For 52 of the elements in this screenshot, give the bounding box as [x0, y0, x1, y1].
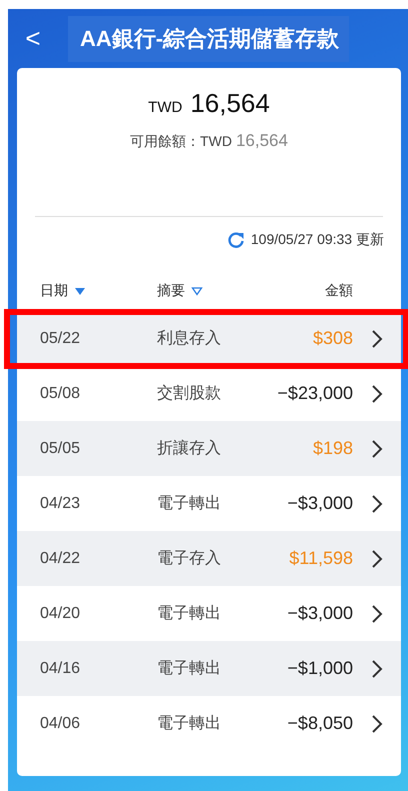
page-title: AA銀行-綜合活期儲蓄存款: [68, 16, 350, 62]
chevron-right-icon: [371, 714, 383, 734]
summary-cell-text: 電子存入: [156, 548, 222, 569]
transaction-row[interactable]: 04/16 電子轉出 −$1,000: [17, 641, 401, 696]
amount-cell-text: −$23,000: [276, 383, 353, 404]
summary-cell-text: 電子轉出: [156, 604, 222, 624]
summary-cell-text: 電子轉出: [156, 658, 222, 679]
chevron-right-icon: [371, 658, 383, 678]
transaction-row[interactable]: 04/22 電子存入 $11,598: [17, 531, 401, 586]
transaction-row[interactable]: 05/05 折讓存入 $198: [17, 421, 401, 476]
summary-cell-text: 交割股款: [156, 384, 222, 404]
summary-cell-text: 折讓存入: [156, 438, 222, 459]
summary-cell-text: 電子轉出: [156, 494, 222, 514]
chevron-right-icon: [371, 384, 383, 404]
chevron-right-icon: [371, 494, 383, 514]
transaction-row[interactable]: 05/08 交割股款 −$23,000: [17, 366, 401, 421]
chevron-right-icon: [371, 438, 383, 458]
sort-icon[interactable]: [74, 286, 86, 296]
chevron-right-icon: [371, 548, 383, 568]
amount-cell-text: −$3,000: [286, 603, 353, 624]
summary-cell-text: 利息存入: [156, 328, 222, 349]
column-header[interactable]: 摘要: [157, 282, 185, 300]
sort-icon[interactable]: [191, 286, 203, 296]
date-cell-text: 05/22: [39, 330, 82, 348]
date-cell-text: 04/22: [39, 550, 82, 568]
column-header[interactable]: 金額: [325, 282, 353, 300]
chevron-right-icon: [371, 328, 383, 348]
refresh-icon[interactable]: [226, 231, 245, 249]
date-cell-text: 04/23: [39, 494, 82, 512]
back-button[interactable]: <: [8, 23, 58, 54]
transaction-row[interactable]: 04/06 電子轉出 −$8,050: [17, 696, 401, 751]
transaction-row[interactable]: 04/23 電子轉出 −$3,000: [17, 476, 401, 531]
balance-amount: 16,564: [190, 88, 270, 119]
date-cell-text: 04/16: [39, 660, 82, 678]
available-label: 可用餘額：TWD: [130, 133, 232, 151]
amount-cell-text: −$8,050: [286, 713, 353, 734]
column-header[interactable]: 日期: [40, 282, 68, 300]
date-cell-text: 05/08: [39, 384, 82, 402]
date-cell-text: 04/20: [39, 604, 82, 622]
amount-cell-text: $11,598: [288, 548, 353, 569]
summary-cell-text: 電子轉出: [156, 714, 222, 734]
transaction-row[interactable]: 04/20 電子轉出 −$3,000: [17, 586, 401, 641]
currency-label: TWD: [148, 99, 182, 116]
amount-cell-text: −$3,000: [286, 493, 353, 514]
update-time: 109/05/27 09:33 更新: [250, 231, 384, 249]
date-cell-text: 04/06: [39, 714, 82, 732]
chevron-right-icon: [371, 604, 383, 624]
amount-cell-text: $308: [312, 328, 353, 349]
amount-cell-text: $198: [312, 438, 353, 459]
available-amount: 16,564: [236, 131, 288, 151]
date-cell-text: 05/05: [39, 440, 82, 458]
amount-cell-text: −$1,000: [286, 658, 353, 679]
